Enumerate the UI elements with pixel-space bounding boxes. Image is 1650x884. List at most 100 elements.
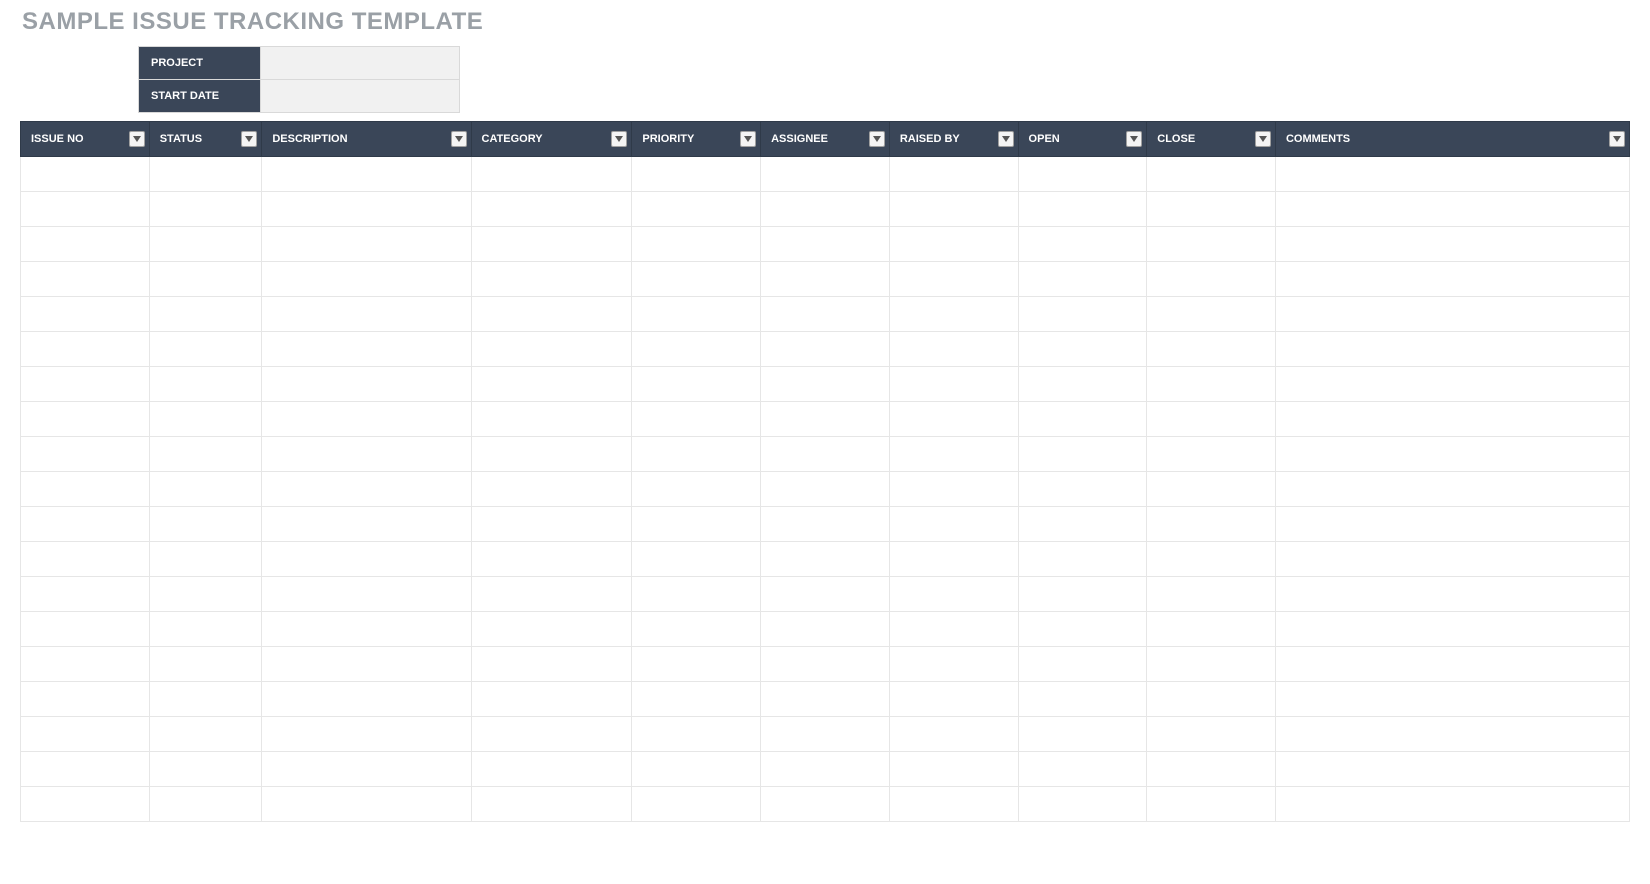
cell-description[interactable] (262, 717, 471, 752)
cell-comments[interactable] (1275, 402, 1629, 437)
cell-close[interactable] (1147, 612, 1276, 647)
cell-raised_by[interactable] (889, 472, 1018, 507)
cell-issue_no[interactable] (21, 157, 150, 192)
cell-issue_no[interactable] (21, 192, 150, 227)
filter-dropdown-icon[interactable] (1126, 131, 1142, 147)
cell-raised_by[interactable] (889, 192, 1018, 227)
cell-raised_by[interactable] (889, 227, 1018, 262)
cell-open[interactable] (1018, 577, 1147, 612)
filter-dropdown-icon[interactable] (1609, 131, 1625, 147)
cell-close[interactable] (1147, 682, 1276, 717)
cell-open[interactable] (1018, 157, 1147, 192)
cell-comments[interactable] (1275, 507, 1629, 542)
cell-assignee[interactable] (761, 752, 890, 787)
cell-open[interactable] (1018, 507, 1147, 542)
cell-description[interactable] (262, 577, 471, 612)
filter-dropdown-icon[interactable] (611, 131, 627, 147)
cell-raised_by[interactable] (889, 437, 1018, 472)
cell-assignee[interactable] (761, 437, 890, 472)
cell-open[interactable] (1018, 262, 1147, 297)
filter-dropdown-icon[interactable] (869, 131, 885, 147)
cell-comments[interactable] (1275, 752, 1629, 787)
cell-priority[interactable] (632, 752, 761, 787)
cell-issue_no[interactable] (21, 437, 150, 472)
cell-raised_by[interactable] (889, 752, 1018, 787)
cell-status[interactable] (149, 192, 262, 227)
cell-open[interactable] (1018, 332, 1147, 367)
filter-dropdown-icon[interactable] (740, 131, 756, 147)
cell-status[interactable] (149, 752, 262, 787)
cell-priority[interactable] (632, 472, 761, 507)
cell-open[interactable] (1018, 717, 1147, 752)
cell-category[interactable] (471, 192, 632, 227)
cell-priority[interactable] (632, 157, 761, 192)
cell-issue_no[interactable] (21, 367, 150, 402)
cell-issue_no[interactable] (21, 717, 150, 752)
cell-open[interactable] (1018, 787, 1147, 822)
cell-description[interactable] (262, 262, 471, 297)
cell-status[interactable] (149, 472, 262, 507)
cell-open[interactable] (1018, 472, 1147, 507)
cell-priority[interactable] (632, 192, 761, 227)
cell-issue_no[interactable] (21, 472, 150, 507)
cell-open[interactable] (1018, 647, 1147, 682)
cell-open[interactable] (1018, 192, 1147, 227)
cell-close[interactable] (1147, 437, 1276, 472)
cell-close[interactable] (1147, 227, 1276, 262)
cell-assignee[interactable] (761, 787, 890, 822)
cell-category[interactable] (471, 682, 632, 717)
cell-issue_no[interactable] (21, 297, 150, 332)
cell-priority[interactable] (632, 332, 761, 367)
cell-status[interactable] (149, 717, 262, 752)
cell-comments[interactable] (1275, 437, 1629, 472)
cell-priority[interactable] (632, 647, 761, 682)
cell-close[interactable] (1147, 717, 1276, 752)
project-value-cell[interactable] (261, 47, 460, 80)
cell-open[interactable] (1018, 402, 1147, 437)
cell-comments[interactable] (1275, 227, 1629, 262)
cell-close[interactable] (1147, 297, 1276, 332)
cell-category[interactable] (471, 367, 632, 402)
cell-comments[interactable] (1275, 682, 1629, 717)
cell-description[interactable] (262, 507, 471, 542)
cell-status[interactable] (149, 577, 262, 612)
cell-description[interactable] (262, 227, 471, 262)
cell-comments[interactable] (1275, 297, 1629, 332)
cell-close[interactable] (1147, 787, 1276, 822)
cell-priority[interactable] (632, 612, 761, 647)
cell-status[interactable] (149, 262, 262, 297)
cell-assignee[interactable] (761, 542, 890, 577)
cell-category[interactable] (471, 157, 632, 192)
cell-status[interactable] (149, 647, 262, 682)
cell-issue_no[interactable] (21, 752, 150, 787)
cell-raised_by[interactable] (889, 717, 1018, 752)
cell-comments[interactable] (1275, 647, 1629, 682)
cell-description[interactable] (262, 647, 471, 682)
cell-raised_by[interactable] (889, 262, 1018, 297)
cell-close[interactable] (1147, 192, 1276, 227)
cell-comments[interactable] (1275, 542, 1629, 577)
cell-close[interactable] (1147, 647, 1276, 682)
cell-issue_no[interactable] (21, 402, 150, 437)
cell-raised_by[interactable] (889, 577, 1018, 612)
cell-issue_no[interactable] (21, 332, 150, 367)
cell-priority[interactable] (632, 787, 761, 822)
cell-priority[interactable] (632, 682, 761, 717)
cell-comments[interactable] (1275, 717, 1629, 752)
cell-issue_no[interactable] (21, 507, 150, 542)
cell-description[interactable] (262, 367, 471, 402)
cell-status[interactable] (149, 227, 262, 262)
cell-status[interactable] (149, 507, 262, 542)
cell-assignee[interactable] (761, 682, 890, 717)
cell-status[interactable] (149, 437, 262, 472)
cell-status[interactable] (149, 157, 262, 192)
cell-assignee[interactable] (761, 367, 890, 402)
cell-close[interactable] (1147, 402, 1276, 437)
cell-assignee[interactable] (761, 717, 890, 752)
cell-priority[interactable] (632, 402, 761, 437)
cell-close[interactable] (1147, 332, 1276, 367)
cell-priority[interactable] (632, 262, 761, 297)
filter-dropdown-icon[interactable] (129, 131, 145, 147)
filter-dropdown-icon[interactable] (241, 131, 257, 147)
cell-close[interactable] (1147, 507, 1276, 542)
